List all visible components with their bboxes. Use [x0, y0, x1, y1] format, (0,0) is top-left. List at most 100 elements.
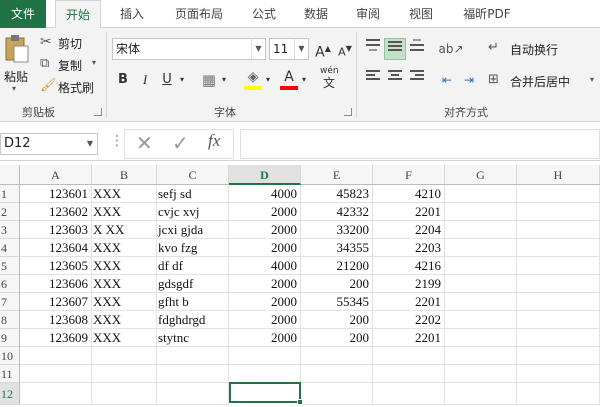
cell[interactable]: [517, 365, 600, 383]
cell[interactable]: 2199: [373, 275, 445, 293]
cell[interactable]: 2000: [229, 329, 301, 347]
cell[interactable]: [301, 383, 373, 405]
chevron-down-icon[interactable]: ▼: [294, 39, 308, 59]
cell[interactable]: 2201: [373, 203, 445, 221]
wrap-text-button[interactable]: ↵ 自动换行: [488, 40, 588, 60]
cell[interactable]: 200: [301, 275, 373, 293]
grow-font-button[interactable]: A▲: [312, 38, 334, 61]
cell[interactable]: df df: [157, 257, 229, 275]
cell[interactable]: 2000: [229, 221, 301, 239]
clipboard-dialog-launcher-icon[interactable]: [94, 108, 102, 116]
chevron-down-icon[interactable]: ▾: [176, 69, 188, 91]
cell[interactable]: 4210: [373, 185, 445, 203]
cell[interactable]: [445, 311, 517, 329]
decrease-indent-button[interactable]: ⇤: [436, 69, 458, 91]
cell[interactable]: XXX: [92, 257, 157, 275]
cell[interactable]: [20, 383, 92, 405]
column-header[interactable]: F: [373, 165, 445, 185]
cell[interactable]: 2000: [229, 311, 301, 329]
cell[interactable]: [92, 383, 157, 405]
row-header[interactable]: 7: [0, 293, 20, 311]
cell[interactable]: [157, 383, 229, 405]
cell[interactable]: [445, 293, 517, 311]
cell[interactable]: [373, 347, 445, 365]
cell[interactable]: XXX: [92, 203, 157, 221]
cell[interactable]: 2204: [373, 221, 445, 239]
tab-data[interactable]: 数据: [294, 0, 338, 28]
cell[interactable]: 21200: [301, 257, 373, 275]
increase-indent-button[interactable]: ⇥: [458, 69, 480, 91]
column-header[interactable]: A: [20, 165, 92, 185]
cell[interactable]: 123605: [20, 257, 92, 275]
cancel-icon[interactable]: ✕: [136, 131, 153, 155]
cell[interactable]: [517, 311, 600, 329]
cell[interactable]: [517, 347, 600, 365]
cell[interactable]: XXX: [92, 293, 157, 311]
phonetic-guide-button[interactable]: wén 文: [318, 66, 348, 90]
cell[interactable]: [517, 221, 600, 239]
cell[interactable]: 4000: [229, 185, 301, 203]
cell[interactable]: 2000: [229, 275, 301, 293]
cell[interactable]: sefj sd: [157, 185, 229, 203]
cell[interactable]: [92, 347, 157, 365]
cell[interactable]: XXX: [92, 185, 157, 203]
cell[interactable]: [20, 365, 92, 383]
cell[interactable]: cvjc xvj: [157, 203, 229, 221]
row-header[interactable]: 5: [0, 257, 20, 275]
cell[interactable]: XXX: [92, 311, 157, 329]
chevron-down-icon[interactable]: ▼: [251, 39, 265, 59]
row-header[interactable]: 10: [0, 347, 20, 365]
cell[interactable]: [517, 257, 600, 275]
cell[interactable]: [301, 365, 373, 383]
align-middle-button[interactable]: [384, 38, 406, 60]
align-left-button[interactable]: [362, 69, 384, 91]
underline-button[interactable]: U: [156, 69, 178, 91]
copy-button[interactable]: ⧉ 复制 ▾: [40, 56, 102, 74]
enter-check-icon[interactable]: ✓: [172, 131, 189, 155]
row-header[interactable]: 3: [0, 221, 20, 239]
row-header[interactable]: 1: [0, 185, 20, 203]
cell[interactable]: 2201: [373, 329, 445, 347]
bold-button[interactable]: B: [112, 69, 134, 91]
font-color-button[interactable]: A: [278, 66, 300, 90]
chevron-down-icon[interactable]: ▾: [262, 69, 274, 91]
cell[interactable]: 123609: [20, 329, 92, 347]
cell[interactable]: jcxi gjda: [157, 221, 229, 239]
border-icon[interactable]: ▦: [198, 69, 220, 91]
cell[interactable]: [445, 365, 517, 383]
cell[interactable]: XXX: [92, 329, 157, 347]
format-painter-button[interactable]: 🖌 格式刷: [40, 78, 102, 96]
cell[interactable]: [445, 203, 517, 221]
cell[interactable]: [517, 293, 600, 311]
cell[interactable]: 200: [301, 329, 373, 347]
cell[interactable]: 42332: [301, 203, 373, 221]
cell[interactable]: [445, 185, 517, 203]
tab-insert[interactable]: 插入: [110, 0, 154, 28]
tab-file[interactable]: 文件: [0, 0, 46, 28]
cell[interactable]: 45823: [301, 185, 373, 203]
cell[interactable]: 123601: [20, 185, 92, 203]
cell[interactable]: X XX: [92, 221, 157, 239]
fill-color-button[interactable]: ◈: [242, 66, 264, 90]
cell[interactable]: 200: [301, 311, 373, 329]
cell[interactable]: [445, 347, 517, 365]
name-box[interactable]: D12 ▼: [0, 133, 98, 155]
align-top-button[interactable]: [362, 38, 384, 60]
column-header[interactable]: G: [445, 165, 517, 185]
cell[interactable]: [517, 383, 600, 405]
chevron-down-icon[interactable]: ▾: [298, 69, 310, 91]
cell[interactable]: 123606: [20, 275, 92, 293]
cell[interactable]: [445, 257, 517, 275]
cell[interactable]: 34355: [301, 239, 373, 257]
cell[interactable]: [157, 347, 229, 365]
cell[interactable]: [20, 347, 92, 365]
cell[interactable]: fdghdrgd: [157, 311, 229, 329]
cell[interactable]: [445, 383, 517, 405]
cell[interactable]: XXX: [92, 239, 157, 257]
cell[interactable]: [229, 365, 301, 383]
cell[interactable]: [517, 203, 600, 221]
row-header[interactable]: 4: [0, 239, 20, 257]
shrink-font-button[interactable]: A▼: [334, 38, 356, 60]
tab-formulas[interactable]: 公式: [242, 0, 286, 28]
row-header-selected[interactable]: 12: [0, 383, 20, 405]
